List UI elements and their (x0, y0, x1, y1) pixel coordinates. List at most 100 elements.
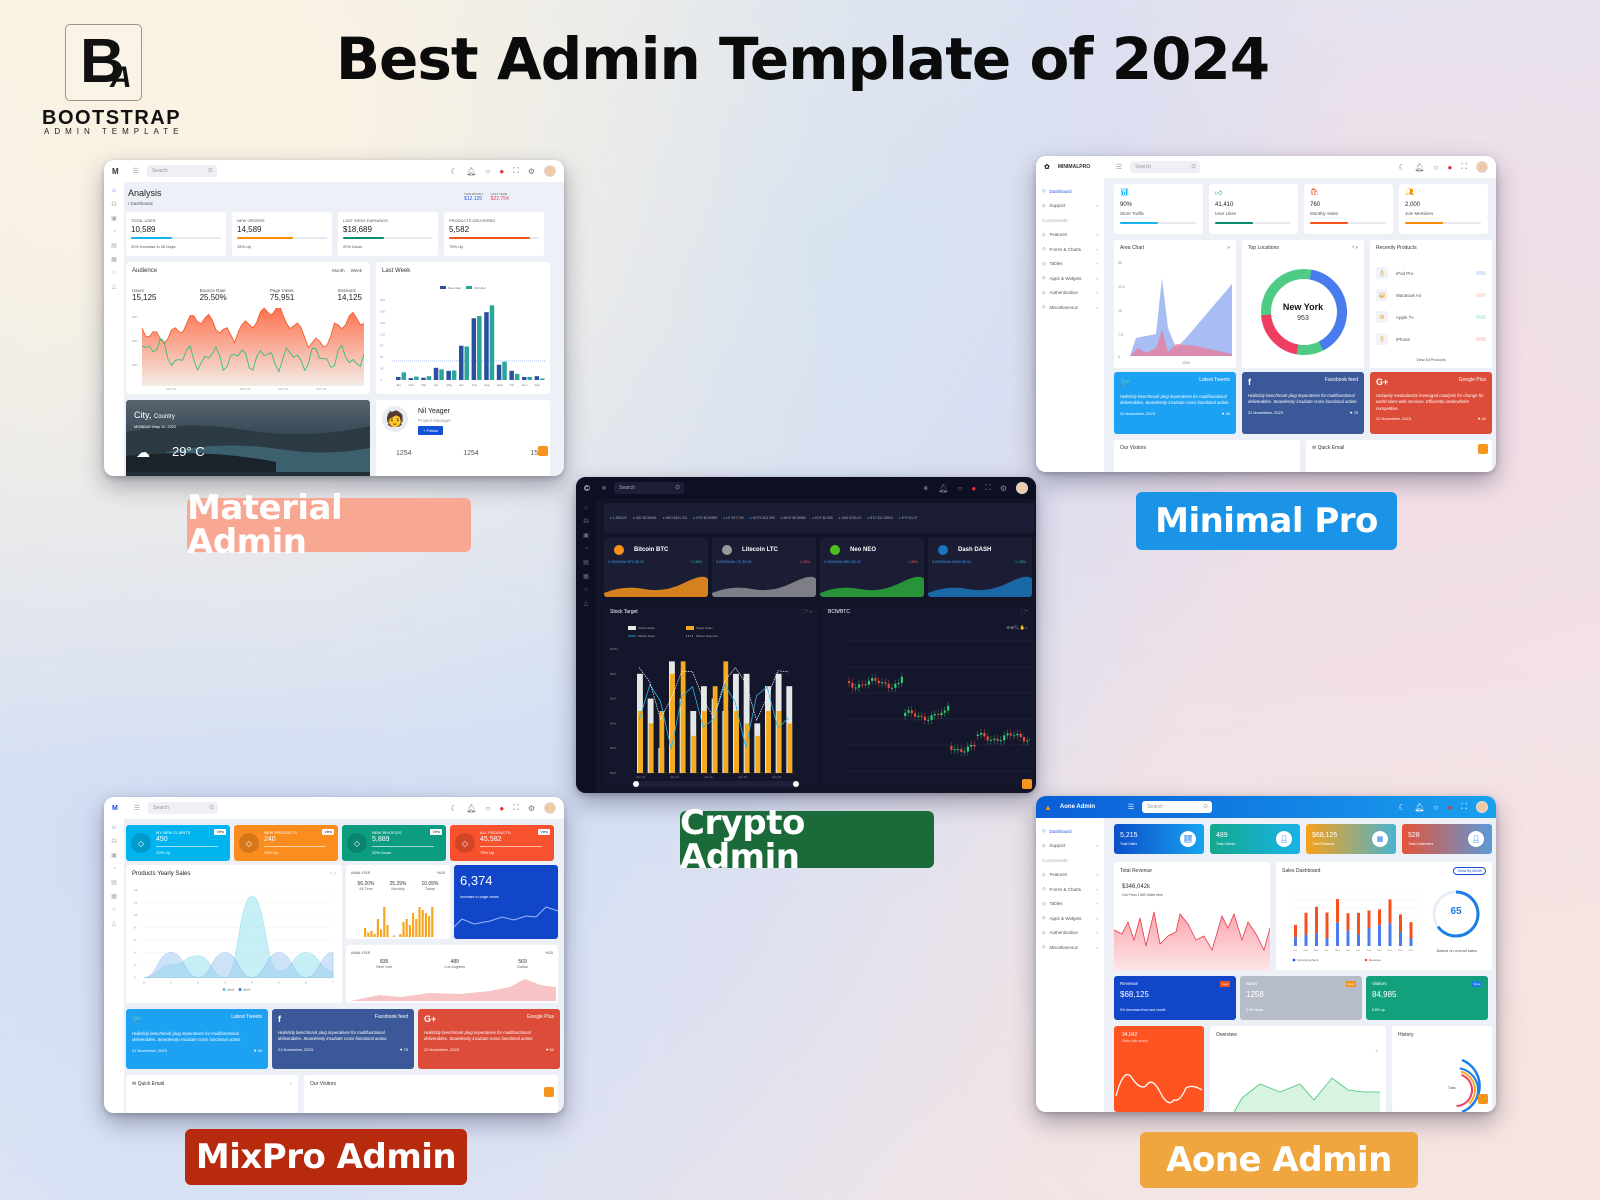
lock-icon[interactable]: ⌂ (112, 907, 116, 913)
view-button[interactable]: View (1219, 981, 1230, 987)
sidebar-item[interactable]: ◇ Features › (1042, 228, 1098, 243)
moon-icon[interactable]: ☾ (1398, 163, 1405, 172)
ticker-item[interactable]: ● BTC $11.03923 (867, 516, 893, 520)
chart-icon[interactable]: ◔ (112, 229, 116, 235)
crypto-admin-preview[interactable]: © ■ Search ☀🔔︎○●⛶⚙ ⌂☊▣◔▤▦⌂△ ● 1.839222● … (576, 477, 1036, 793)
coin-card[interactable]: Bitcoin BTC 0.00000434 BTC $0.04 +1.35% (604, 537, 708, 597)
avatar[interactable] (544, 802, 556, 814)
sidebar-item[interactable]: ◇ Forms & Charts › (1042, 242, 1098, 257)
flag-icon[interactable]: ● (499, 167, 504, 176)
sidebar-item[interactable]: ◇ Support › (1042, 199, 1098, 214)
flag-icon[interactable]: ● (1448, 803, 1453, 812)
collapse-close-icons[interactable]: ^ × (1352, 245, 1358, 250)
view-button[interactable]: View (1471, 981, 1482, 987)
sidebar-item[interactable]: ◇ Features › (1042, 868, 1098, 883)
view-all-products-link[interactable]: View All Products (1370, 358, 1492, 362)
ticker-item[interactable]: ● NEO $161.311 (663, 516, 688, 520)
ticker-item[interactable]: ● STE $0.55955 (693, 516, 717, 520)
fullscreen-icon[interactable]: ⛶ (985, 483, 991, 493)
ticker-item[interactable]: ● ETH $1.27 (899, 516, 918, 520)
close-icon[interactable]: × (289, 1081, 292, 1086)
card-controls[interactable]: ⛶ ^ (1021, 609, 1028, 614)
product-item[interactable]: 🍦︎ iPod Pro (1376, 262, 1486, 284)
sidebar-item[interactable]: ◇ Miscellaneous › (1042, 940, 1098, 955)
search-input[interactable]: Search (1130, 161, 1201, 173)
home-icon[interactable]: ⌂ (584, 505, 588, 511)
view-button[interactable]: View (322, 829, 334, 835)
sidebar-item[interactable]: ◇ Authentication › (1042, 286, 1098, 301)
fullscreen-icon[interactable]: ⛶ (513, 803, 519, 813)
moon-icon[interactable]: ☾ (1398, 803, 1405, 812)
bell-icon[interactable]: 🔔︎ (1415, 803, 1425, 812)
support-icon[interactable]: ☊ (583, 518, 588, 525)
coin-card[interactable]: Dash DASH 0.00000434 DASH $0.04 +1.35% (928, 537, 1032, 597)
view-button[interactable]: View (538, 829, 550, 835)
sidebar-item[interactable]: ◇ Support › (1042, 839, 1098, 854)
view-button[interactable]: View (214, 829, 226, 835)
lock-icon[interactable]: ⌂ (584, 587, 588, 593)
warning-icon[interactable]: △ (584, 600, 589, 607)
bell-icon[interactable]: 🔔︎ (1415, 163, 1425, 172)
support-icon[interactable]: ☊ (111, 201, 116, 208)
ticker-item[interactable]: ● EDT $2.555 (812, 516, 832, 520)
sidebar-item[interactable]: ◇ Dashboard (1042, 824, 1098, 839)
view-button[interactable]: View (1345, 981, 1356, 987)
menu-icon[interactable]: ≡ (1375, 1048, 1378, 1053)
chat-icon[interactable]: ○ (1434, 163, 1439, 172)
menu-icon[interactable]: ☰ (1128, 803, 1134, 811)
settings-fab-button[interactable] (1478, 444, 1488, 454)
sidebar-item[interactable]: ◇ Tables › (1042, 257, 1098, 272)
aone-admin-label[interactable]: Aone Admin (1140, 1132, 1418, 1188)
close-icon[interactable]: × (1227, 245, 1230, 250)
warning-icon[interactable]: △ (112, 920, 117, 927)
view-button[interactable]: View (430, 829, 442, 835)
chart-icon[interactable]: ◔ (584, 546, 588, 552)
menu-icon[interactable]: ☰ (1116, 163, 1122, 171)
features-icon[interactable]: ▣ (583, 532, 589, 539)
sidebar-item[interactable]: ◇ Tables › (1042, 897, 1098, 912)
sidebar-item[interactable]: ◇ Miscellaneous › (1042, 300, 1098, 315)
flag-icon[interactable]: ● (499, 804, 504, 813)
chat-icon[interactable]: ○ (1434, 803, 1439, 812)
chart-icon[interactable]: ◔ (112, 866, 116, 872)
coin-card[interactable]: Litecoin LTC 0.00000434 LTC $0.04 -1.35% (712, 537, 816, 597)
menu-icon[interactable]: ☰ (134, 804, 140, 812)
ticker-item[interactable]: ● LIT $177.80 (723, 516, 743, 520)
ticker-item[interactable]: ● NOTE $13.399 (750, 516, 775, 520)
apps-icon[interactable]: ▦ (111, 256, 117, 263)
tab-week[interactable]: Week (351, 268, 362, 273)
flag-icon[interactable]: ● (971, 484, 976, 493)
avatar[interactable] (544, 165, 556, 177)
chat-icon[interactable]: ○ (486, 167, 491, 176)
ticker-item[interactable]: ● LBC $0.58481 (633, 516, 657, 520)
avatar[interactable] (1476, 161, 1488, 173)
features-icon[interactable]: ▣ (111, 852, 117, 859)
card-controls[interactable]: ⛶ ^ × (802, 609, 812, 614)
settings-fab-button[interactable] (1022, 779, 1032, 789)
sidebar-item[interactable]: ◇ Apps & Widgets › (1042, 271, 1098, 286)
product-item[interactable]: 🍔︎ MacBook Air (1376, 284, 1486, 306)
bell-icon[interactable]: 🔔︎ (466, 804, 476, 813)
coin-card[interactable]: Neo NEO 0.00000434 NEO $0.04 -1.35% (820, 537, 924, 597)
settings-fab-button[interactable] (1478, 1094, 1488, 1104)
menu-icon[interactable]: ■ (602, 485, 606, 492)
mixpro-admin-label[interactable]: MixPro Admin (185, 1129, 467, 1185)
sidebar-item[interactable]: ◇ Authentication › (1042, 926, 1098, 941)
ticker-item[interactable]: ● DAS $760.22 (839, 516, 862, 520)
settings-fab-button[interactable] (538, 446, 548, 456)
search-input[interactable]: Search (146, 165, 217, 177)
avatar[interactable] (1016, 482, 1028, 494)
moon-icon[interactable]: ☾ (450, 804, 457, 813)
settings-icon[interactable]: ⚙ (528, 804, 535, 813)
settings-icon[interactable]: ⚙ (1000, 484, 1007, 493)
ticker-item[interactable]: ● 1.839222 (610, 516, 627, 520)
bell-icon[interactable]: 🔔︎ (466, 167, 476, 176)
ticker-item[interactable]: ● MINT $0.88084 (781, 516, 807, 520)
settings-fab-button[interactable] (544, 1087, 554, 1097)
sun-icon[interactable]: ☀ (922, 484, 929, 493)
product-item[interactable]: ⚙︎ Apple Tv (1376, 306, 1486, 328)
apps-icon[interactable]: ▦ (583, 573, 589, 580)
settings-icon[interactable]: ⚙ (528, 167, 535, 176)
fullscreen-icon[interactable]: ⛶ (1461, 162, 1467, 172)
warning-icon[interactable]: △ (112, 283, 117, 290)
